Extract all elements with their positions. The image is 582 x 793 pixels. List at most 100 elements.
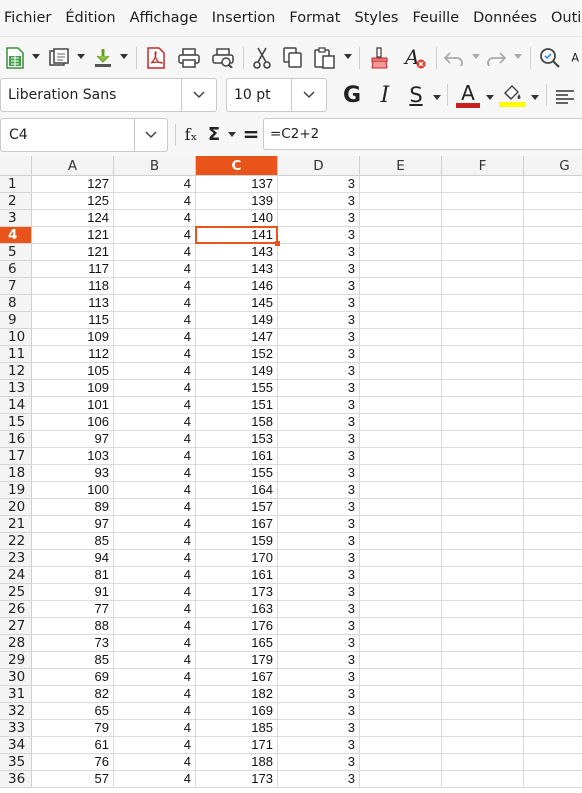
menu-donnees[interactable]: Données	[468, 10, 542, 26]
row-header[interactable]: 27	[0, 618, 32, 635]
cell-g28[interactable]	[524, 635, 582, 652]
cell-e20[interactable]	[360, 499, 442, 516]
cell-d27[interactable]: 3	[278, 618, 360, 635]
cell-d31[interactable]: 3	[278, 686, 360, 703]
cell-e19[interactable]	[360, 482, 442, 499]
cell-b23[interactable]: 4	[114, 550, 196, 567]
menu-edition[interactable]: Édition	[60, 10, 120, 26]
menu-feuille[interactable]: Feuille	[407, 10, 464, 26]
redo-icon[interactable]	[484, 44, 508, 72]
cell-c7[interactable]: 146	[196, 278, 278, 295]
cell-d34[interactable]: 3	[278, 737, 360, 754]
function-wizard-button[interactable]: fₓ	[182, 120, 200, 148]
row-header[interactable]: 5	[0, 244, 32, 261]
print-icon[interactable]	[177, 44, 201, 72]
cell-f7[interactable]	[442, 278, 524, 295]
autofill-handle[interactable]	[275, 241, 280, 246]
chevron-down-icon[interactable]	[134, 119, 167, 151]
row-header[interactable]: 20	[0, 499, 32, 516]
cell-g15[interactable]	[524, 414, 582, 431]
cell-a5[interactable]: 121	[32, 244, 114, 261]
cell-c18[interactable]: 155	[196, 465, 278, 482]
cell-c15[interactable]: 158	[196, 414, 278, 431]
cell-e15[interactable]	[360, 414, 442, 431]
cell-b20[interactable]: 4	[114, 499, 196, 516]
cell-a2[interactable]: 125	[32, 193, 114, 210]
new-dropdown-icon[interactable]	[32, 54, 40, 59]
cell-d23[interactable]: 3	[278, 550, 360, 567]
export-pdf-icon[interactable]	[145, 44, 167, 72]
column-header-e[interactable]: E	[360, 156, 442, 176]
cell-f11[interactable]	[442, 346, 524, 363]
cell-b9[interactable]: 4	[114, 312, 196, 329]
cell-a16[interactable]: 97	[32, 431, 114, 448]
cell-g4[interactable]	[524, 227, 582, 244]
row-header[interactable]: 16	[0, 431, 32, 448]
cell-e33[interactable]	[360, 720, 442, 737]
cell-f29[interactable]	[442, 652, 524, 669]
cell-f19[interactable]	[442, 482, 524, 499]
cell-d21[interactable]: 3	[278, 516, 360, 533]
cell-c16[interactable]: 153	[196, 431, 278, 448]
cell-f28[interactable]	[442, 635, 524, 652]
cell-g5[interactable]	[524, 244, 582, 261]
cell-a9[interactable]: 115	[32, 312, 114, 329]
cell-f15[interactable]	[442, 414, 524, 431]
find-replace-icon[interactable]	[538, 44, 562, 72]
cell-b22[interactable]: 4	[114, 533, 196, 550]
row-header[interactable]: 36	[0, 771, 32, 788]
templates-dropdown-icon[interactable]	[77, 54, 85, 59]
row-header[interactable]: 19	[0, 482, 32, 499]
cell-e10[interactable]	[360, 329, 442, 346]
cell-b32[interactable]: 4	[114, 703, 196, 720]
cell-d25[interactable]: 3	[278, 584, 360, 601]
cell-b36[interactable]: 4	[114, 771, 196, 788]
cell-c31[interactable]: 182	[196, 686, 278, 703]
font-color-dropdown-icon[interactable]	[486, 95, 494, 100]
cell-a28[interactable]: 73	[32, 635, 114, 652]
cell-c12[interactable]: 149	[196, 363, 278, 380]
row-header[interactable]: 31	[0, 686, 32, 703]
row-header[interactable]: 24	[0, 567, 32, 584]
cell-c4[interactable]: 141	[196, 227, 278, 244]
cell-b7[interactable]: 4	[114, 278, 196, 295]
cell-f13[interactable]	[442, 380, 524, 397]
cell-f6[interactable]	[442, 261, 524, 278]
cell-g11[interactable]	[524, 346, 582, 363]
row-header[interactable]: 26	[0, 601, 32, 618]
cell-e5[interactable]	[360, 244, 442, 261]
cell-b21[interactable]: 4	[114, 516, 196, 533]
row-header[interactable]: 21	[0, 516, 32, 533]
cell-c10[interactable]: 147	[196, 329, 278, 346]
cell-f18[interactable]	[442, 465, 524, 482]
copy-icon[interactable]	[282, 44, 304, 72]
italic-button[interactable]: I	[373, 81, 397, 109]
cell-d13[interactable]: 3	[278, 380, 360, 397]
font-name-box[interactable]: Liberation Sans	[0, 78, 217, 112]
underline-dropdown-icon[interactable]	[433, 95, 441, 100]
cell-d28[interactable]: 3	[278, 635, 360, 652]
cell-g30[interactable]	[524, 669, 582, 686]
cell-c11[interactable]: 152	[196, 346, 278, 363]
font-size-box[interactable]: 10 pt	[226, 78, 327, 112]
cell-b29[interactable]: 4	[114, 652, 196, 669]
cell-g16[interactable]	[524, 431, 582, 448]
cell-e12[interactable]	[360, 363, 442, 380]
cell-d17[interactable]: 3	[278, 448, 360, 465]
cell-a13[interactable]: 109	[32, 380, 114, 397]
cell-c36[interactable]: 173	[196, 771, 278, 788]
cell-c30[interactable]: 167	[196, 669, 278, 686]
formula-equals-button[interactable]: =	[242, 120, 260, 148]
cell-g10[interactable]	[524, 329, 582, 346]
cell-b33[interactable]: 4	[114, 720, 196, 737]
cell-e1[interactable]	[360, 176, 442, 193]
cell-f27[interactable]	[442, 618, 524, 635]
undo-dropdown-icon[interactable]	[472, 54, 480, 59]
cell-a31[interactable]: 82	[32, 686, 114, 703]
clear-formatting-icon[interactable]: A	[402, 44, 428, 72]
cell-a26[interactable]: 77	[32, 601, 114, 618]
cell-c35[interactable]: 188	[196, 754, 278, 771]
cell-g33[interactable]	[524, 720, 582, 737]
paste-icon[interactable]	[313, 44, 337, 72]
cell-b16[interactable]: 4	[114, 431, 196, 448]
